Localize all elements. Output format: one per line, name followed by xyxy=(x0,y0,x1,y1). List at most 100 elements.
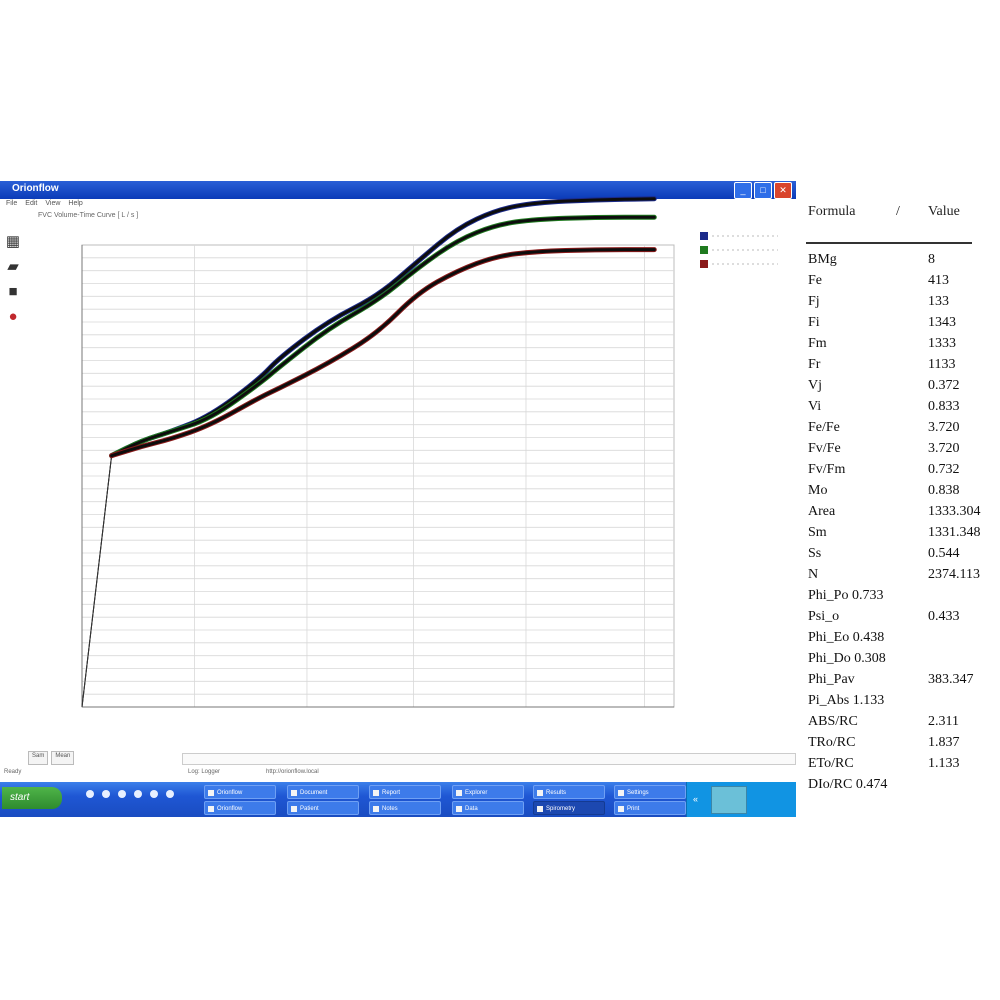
formula-key: DIo/RC 0.474 xyxy=(808,777,888,792)
quicklaunch-desktop-icon[interactable] xyxy=(102,790,110,798)
formula-row: Fv/Fm 0.732 xyxy=(806,460,996,481)
taskbar-button[interactable]: Notes xyxy=(369,801,441,815)
tray-thumbnail[interactable] xyxy=(711,786,747,814)
taskbar-button[interactable]: Orionflow xyxy=(204,785,276,799)
taskbar-button[interactable]: Orionflow xyxy=(204,801,276,815)
quicklaunch-media-icon[interactable] xyxy=(118,790,126,798)
formula-key: BMg xyxy=(808,252,837,267)
formula-value: 1333.304 xyxy=(928,504,981,519)
quicklaunch-app-icon[interactable] xyxy=(166,790,174,798)
formula-row: TRo/RC 1.837 xyxy=(806,733,996,754)
formula-key: Phi_Po 0.733 xyxy=(808,588,884,603)
taskbar-button[interactable]: Document xyxy=(287,785,359,799)
formula-value: 3.720 xyxy=(928,420,960,435)
window-icon xyxy=(618,806,624,812)
window-icon xyxy=(373,806,379,812)
formula-row: Area 1333.304 xyxy=(806,502,996,523)
formula-row: Fi 1343 xyxy=(806,313,996,334)
app-window: Orionflow _ □ ✕ File Edit View Help FVC … xyxy=(0,181,796,817)
formula-row: ABS/RC 2.311 xyxy=(806,712,996,733)
tab-mean[interactable]: Mean xyxy=(51,751,75,765)
formula-value: 1133 xyxy=(928,357,956,372)
formula-key: Vi xyxy=(808,399,822,414)
formula-rows: BMg 8 Fe 413 Fj 133 Fi 1343 Fm 1333 Fr 1133 Vj 0.372 V… xyxy=(806,250,996,796)
legend-swatch xyxy=(700,260,708,268)
formula-value: 0.544 xyxy=(928,546,960,561)
formula-key: Fe/Fe xyxy=(808,420,840,435)
window-icon xyxy=(618,790,624,796)
taskbar-button[interactable]: Spirometry xyxy=(533,801,605,815)
formula-key: N xyxy=(808,567,819,582)
formula-value: 0.372 xyxy=(928,378,960,393)
formula-row: ETo/RC 1.133 xyxy=(806,754,996,775)
taskbar-button-label: Report xyxy=(382,790,401,796)
window-icon xyxy=(537,790,543,796)
header-formula: Formula xyxy=(808,204,856,219)
quicklaunch-folder-icon[interactable] xyxy=(150,790,158,798)
formula-row: Ss 0.544 xyxy=(806,544,996,565)
window-icon xyxy=(373,790,379,796)
formula-value: 8 xyxy=(928,252,935,267)
formula-key: Fv/Fm xyxy=(808,462,846,477)
formula-value: 0.732 xyxy=(928,462,960,477)
formula-row: Phi_Do 0.308 xyxy=(806,649,996,670)
taskbar-button[interactable]: Explorer xyxy=(452,785,524,799)
quicklaunch-mail-icon[interactable] xyxy=(134,790,142,798)
window-icon xyxy=(456,806,462,812)
tray-expand-icon[interactable]: « xyxy=(693,794,698,804)
tab-strip: Sam Mean xyxy=(28,751,178,765)
formula-key: Sm xyxy=(808,525,827,540)
formula-key: Phi_Pav xyxy=(808,672,855,687)
horizontal-scrollbar[interactable] xyxy=(182,753,796,765)
taskbar-button-label: Orionflow xyxy=(217,790,243,796)
status-mid: Log: Logger xyxy=(188,769,221,775)
formula-row: Mo 0.838 xyxy=(806,481,996,502)
quicklaunch-ie-icon[interactable] xyxy=(86,790,94,798)
formula-value: 383.347 xyxy=(928,672,974,687)
formula-row: Fe 413 xyxy=(806,271,996,292)
window-icon xyxy=(208,790,214,796)
start-button[interactable]: start xyxy=(2,787,62,809)
formula-key: Ss xyxy=(808,546,822,561)
taskbar-button[interactable]: Report xyxy=(369,785,441,799)
formula-key: TRo/RC xyxy=(808,735,856,750)
header-value: Value xyxy=(928,204,960,219)
taskbar-button-label: Document xyxy=(300,790,328,796)
taskbar-button-label: Data xyxy=(465,806,478,812)
tab-sam[interactable]: Sam xyxy=(28,751,49,765)
formula-row: Vj 0.372 xyxy=(806,376,996,397)
formula-row: Fr 1133 xyxy=(806,355,996,376)
formula-row: Fj 133 xyxy=(806,292,996,313)
taskbar-button[interactable]: Data xyxy=(452,801,524,815)
formula-row: Fe/Fe 3.720 xyxy=(806,418,996,439)
formula-row: Fm 1333 xyxy=(806,334,996,355)
formula-value: 0.833 xyxy=(928,399,960,414)
chart xyxy=(81,196,778,708)
formula-row: Vi 0.833 xyxy=(806,397,996,418)
taskbar-button-label: Patient xyxy=(300,806,319,812)
formula-row: Sm 1331.348 xyxy=(806,523,996,544)
formula-value: 0.838 xyxy=(928,483,960,498)
formula-value: 0.433 xyxy=(928,609,960,624)
formula-key: ABS/RC xyxy=(808,714,858,729)
taskbar-button[interactable]: Patient xyxy=(287,801,359,815)
formula-table: Formula / Value BMg 8 Fe 413 Fj 133 Fi 1343 Fm 13… xyxy=(806,200,996,792)
status-bar: Ready Log: Logger http://orionflow.local xyxy=(0,769,796,779)
formula-key: Mo xyxy=(808,483,828,498)
window-icon xyxy=(456,790,462,796)
formula-row: Phi_Pav 383.347 xyxy=(806,670,996,691)
formula-key: Fm xyxy=(808,336,827,351)
taskbar-button[interactable]: Settings xyxy=(614,785,686,799)
formula-value: 413 xyxy=(928,273,949,288)
taskbar-button-label: Explorer xyxy=(465,790,488,796)
taskbar-button-label: Spirometry xyxy=(546,806,576,812)
formula-key: Phi_Eo 0.438 xyxy=(808,630,885,645)
formula-key: Fj xyxy=(808,294,820,309)
taskbar-button[interactable]: Print xyxy=(614,801,686,815)
formula-value: 1343 xyxy=(928,315,956,330)
legend-swatch xyxy=(700,232,708,240)
formula-key: Vj xyxy=(808,378,822,393)
system-tray: « xyxy=(686,782,796,817)
window-icon xyxy=(291,806,297,812)
taskbar-button[interactable]: Results xyxy=(533,785,605,799)
